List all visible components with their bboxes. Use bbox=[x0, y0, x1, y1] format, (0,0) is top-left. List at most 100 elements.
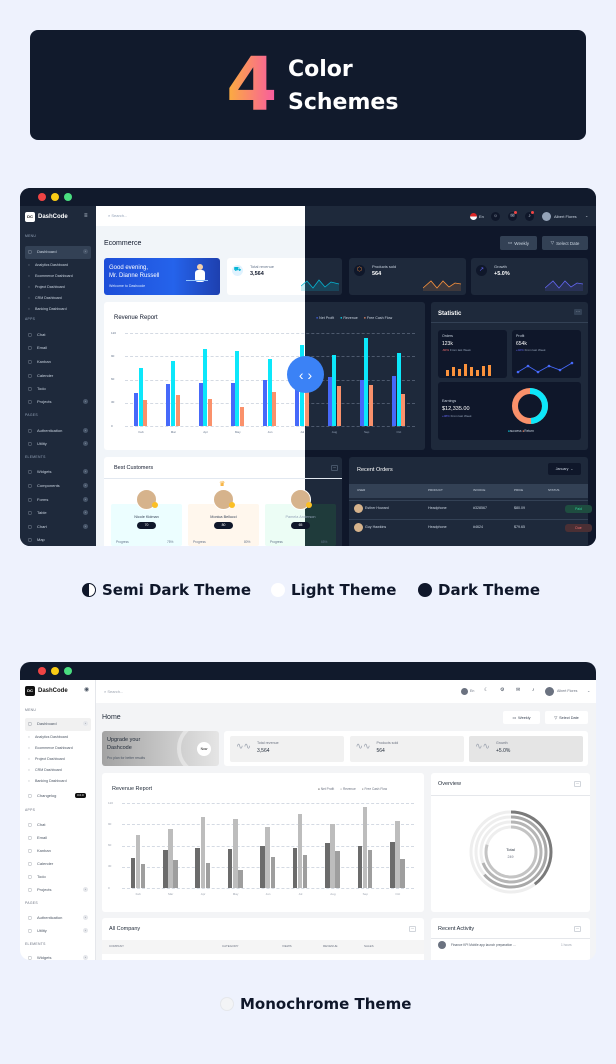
search-input[interactable]: ⌕ Search... bbox=[104, 690, 123, 694]
sidebar-item-crm-dashboard[interactable]: CRM Dashboard bbox=[35, 296, 62, 301]
avatar[interactable] bbox=[545, 687, 554, 696]
order-user[interactable]: Esther Howard bbox=[365, 506, 389, 511]
bar-free-cash-flow-aug[interactable] bbox=[335, 851, 340, 888]
bar-free-cash-flow-mar[interactable] bbox=[175, 395, 180, 426]
sidebar-item-todo[interactable]: Todo bbox=[37, 875, 46, 879]
select-date-button[interactable]: ▽ Select Date bbox=[542, 236, 588, 250]
bar-free-cash-flow-may[interactable] bbox=[238, 870, 243, 888]
sidebar-item-chart[interactable]: Chart bbox=[37, 525, 47, 529]
window-maximize-dot[interactable] bbox=[64, 667, 72, 675]
sidebar-item-widgets[interactable]: Widgets bbox=[37, 470, 51, 474]
sidebar-item-projects[interactable]: Projects bbox=[37, 888, 51, 892]
bar-free-cash-flow-jul[interactable] bbox=[304, 389, 309, 426]
bar-free-cash-flow-may[interactable] bbox=[240, 406, 245, 426]
search-input[interactable]: ⌕ Search... bbox=[108, 214, 127, 218]
sidebar-item-chat[interactable]: Chat bbox=[37, 333, 45, 337]
user-name[interactable]: Albert Flores bbox=[557, 689, 577, 694]
bar-net-profit-jun[interactable] bbox=[260, 845, 265, 888]
chevron-right-icon[interactable]: › bbox=[83, 497, 88, 502]
bar-revenue-sep[interactable] bbox=[362, 807, 368, 888]
chevron-right-icon[interactable]: › bbox=[83, 510, 88, 515]
order-user[interactable]: Guy Hawkins bbox=[365, 525, 386, 530]
chevron-right-icon[interactable]: › bbox=[83, 915, 88, 920]
bar-free-cash-flow-mar[interactable] bbox=[173, 859, 178, 888]
upgrade-now-button[interactable]: Now bbox=[197, 742, 211, 756]
sidebar-item-banking-dashboard[interactable]: Banking Dashboard bbox=[35, 779, 67, 784]
bar-revenue-feb[interactable] bbox=[135, 834, 141, 888]
brand-logo-icon[interactable]: DC bbox=[25, 212, 35, 222]
globe-icon[interactable] bbox=[461, 688, 468, 695]
bar-net-profit-may[interactable] bbox=[230, 383, 235, 426]
sidebar-item-forms[interactable]: Forms bbox=[37, 498, 48, 502]
more-options-icon[interactable]: ··· bbox=[409, 926, 416, 932]
avatar[interactable] bbox=[542, 212, 551, 221]
bar-net-profit-mar[interactable] bbox=[163, 849, 168, 888]
weekly-button[interactable]: ▭ Weekly bbox=[503, 711, 540, 724]
chevron-right-icon[interactable]: › bbox=[83, 428, 88, 433]
chevron-right-icon[interactable]: › bbox=[83, 721, 88, 726]
bar-net-profit-aug[interactable] bbox=[327, 377, 332, 426]
sidebar-item-map[interactable]: Map bbox=[37, 538, 45, 542]
bar-revenue-jun[interactable] bbox=[265, 827, 270, 888]
weekly-button[interactable]: ▭ Weekly bbox=[500, 236, 537, 250]
bar-free-cash-flow-jun[interactable] bbox=[272, 391, 277, 426]
bar-free-cash-flow-sep[interactable] bbox=[367, 850, 373, 888]
sidebar-item-crm-dashboard[interactable]: CRM Dashboard bbox=[35, 768, 62, 773]
bar-revenue-aug[interactable] bbox=[330, 823, 335, 888]
bar-free-cash-flow-apr[interactable] bbox=[205, 863, 211, 888]
sidebar-item-dashboard[interactable]: Dashboard bbox=[37, 722, 57, 726]
brand-logo-icon[interactable]: DC bbox=[25, 686, 35, 696]
legend-revenue[interactable]: ● Revenue bbox=[340, 316, 358, 320]
bar-free-cash-flow-jul[interactable] bbox=[302, 854, 308, 888]
language-label[interactable]: En bbox=[479, 215, 484, 219]
legend-revenue[interactable]: ● Revenue bbox=[340, 787, 356, 791]
bar-revenue-jul[interactable] bbox=[297, 814, 303, 888]
brand-name[interactable]: DashCode bbox=[38, 688, 68, 694]
bar-revenue-mar[interactable] bbox=[168, 828, 173, 888]
sidebar-item-email[interactable]: Email bbox=[37, 346, 47, 350]
sidebar-item-ecommerce-dashboard[interactable]: Ecommerce Dashboard bbox=[35, 746, 73, 751]
chevron-right-icon[interactable]: › bbox=[83, 399, 88, 404]
sidebar-item-authentication[interactable]: Authentication bbox=[37, 429, 62, 433]
bar-free-cash-flow-feb[interactable] bbox=[140, 863, 146, 888]
sidebar-item-widgets[interactable]: Widgets bbox=[37, 956, 51, 960]
sidebar-item-components[interactable]: Components bbox=[37, 484, 60, 488]
user-name[interactable]: Albert Flores bbox=[554, 215, 577, 219]
window-maximize-dot[interactable] bbox=[64, 193, 72, 201]
bar-revenue-mar[interactable] bbox=[171, 360, 176, 426]
bar-net-profit-oct[interactable] bbox=[391, 375, 396, 426]
bar-free-cash-flow-apr[interactable] bbox=[207, 398, 212, 426]
sidebar-item-banking-dashboard[interactable]: Banking Dashboard bbox=[35, 307, 67, 312]
compare-slider-handle[interactable]: ‹ › bbox=[287, 356, 324, 393]
chevron-right-icon[interactable]: › bbox=[83, 887, 88, 892]
bar-revenue-may[interactable] bbox=[233, 819, 238, 888]
sidebar-item-todo[interactable]: Todo bbox=[37, 387, 46, 391]
legend-net-profit[interactable]: ● Net Profit bbox=[316, 316, 334, 320]
bar-net-profit-jul[interactable] bbox=[292, 847, 298, 888]
more-options-icon[interactable]: ··· bbox=[574, 781, 581, 787]
bar-net-profit-sep[interactable] bbox=[357, 846, 363, 888]
bar-revenue-feb[interactable] bbox=[138, 367, 143, 426]
mail-icon[interactable]: ✉ bbox=[516, 688, 520, 693]
bar-revenue-sep[interactable] bbox=[364, 337, 369, 426]
sidebar-item-table[interactable]: Table bbox=[37, 511, 47, 515]
bar-net-profit-feb[interactable] bbox=[130, 857, 136, 888]
chevron-down-icon[interactable]: ⌄ bbox=[585, 214, 588, 218]
bar-revenue-jun[interactable] bbox=[267, 359, 272, 426]
sidebar-item-utility[interactable]: Utility bbox=[37, 442, 47, 446]
sidebar-item-calender[interactable]: Calender bbox=[37, 374, 53, 378]
sidebar-item-dashboard[interactable] bbox=[25, 718, 91, 731]
sidebar-item-project-dashboard[interactable]: Project Dashboard bbox=[35, 757, 65, 762]
chevron-right-icon[interactable]: › bbox=[83, 928, 88, 933]
chevron-right-icon[interactable]: › bbox=[83, 441, 88, 446]
sidebar-item-chat[interactable]: Chat bbox=[37, 823, 45, 827]
bar-net-profit-may[interactable] bbox=[227, 849, 233, 888]
bar-net-profit-aug[interactable] bbox=[325, 843, 330, 888]
sidebar-item-dashboard[interactable] bbox=[25, 246, 91, 259]
collapse-sidebar-icon[interactable]: ◉ bbox=[84, 687, 89, 693]
chevron-right-icon[interactable]: › bbox=[83, 249, 88, 254]
theme-toggle-icon[interactable]: ☼ bbox=[491, 212, 500, 221]
chevron-down-icon[interactable]: ⌄ bbox=[587, 689, 590, 693]
chevron-right-icon[interactable]: › bbox=[83, 955, 88, 960]
bar-net-profit-apr[interactable] bbox=[195, 848, 200, 888]
